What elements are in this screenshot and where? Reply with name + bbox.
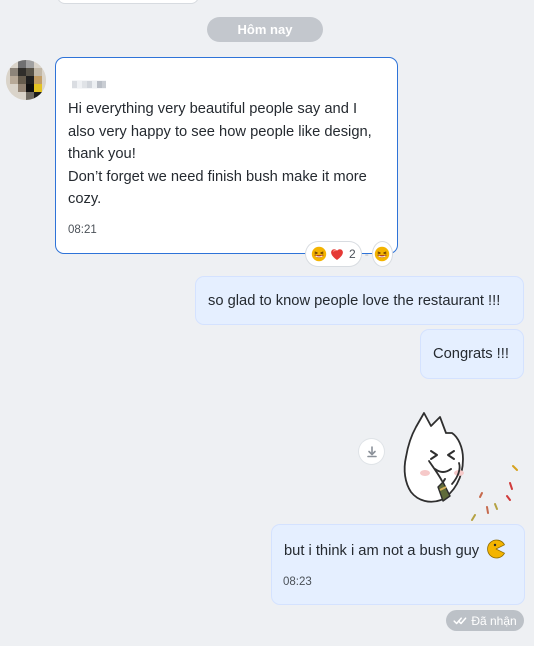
heart-emoji-icon xyxy=(331,249,343,260)
avatar[interactable] xyxy=(6,60,46,100)
outgoing-message-bubble[interactable]: Congrats !!! xyxy=(420,329,524,379)
avatar-image xyxy=(6,60,46,100)
download-icon xyxy=(366,445,377,457)
sender-name-blurred xyxy=(72,80,106,89)
incoming-message-text: Hi everything very beautiful people say … xyxy=(68,101,372,207)
incoming-message-time: 08:21 xyxy=(68,224,97,236)
outgoing-message-text: but i think i am not a bush guy xyxy=(284,539,506,561)
reaction-separator: - xyxy=(364,247,369,261)
outgoing-message-text: Congrats !!! xyxy=(433,346,509,362)
fox-champagne-sticker-image xyxy=(403,412,518,521)
double-check-icon xyxy=(453,616,467,624)
celebration-sticker[interactable] xyxy=(400,411,525,521)
laughing-emoji-icon xyxy=(311,246,327,262)
outgoing-message-bubble[interactable]: so glad to know people love the restaura… xyxy=(195,276,524,325)
laughing-emoji-icon xyxy=(375,246,390,262)
outgoing-message-bubble[interactable]: but i think i am not a bush guy 08:23 xyxy=(271,524,525,605)
incoming-message-bubble[interactable]: Hi everything very beautiful people say … xyxy=(55,57,398,254)
download-sticker-button[interactable] xyxy=(359,439,384,464)
date-separator: Hôm nay xyxy=(207,17,323,42)
delivery-status-text: Đã nhận xyxy=(471,613,517,628)
outgoing-message-body: but i think i am not a bush guy xyxy=(284,543,480,559)
previous-message-bubble xyxy=(57,0,199,4)
my-reaction[interactable] xyxy=(372,242,392,266)
outgoing-message-text: so glad to know people love the restaura… xyxy=(208,293,501,309)
pacman-emoji-icon xyxy=(487,539,506,559)
message-reactions[interactable]: 2 - xyxy=(306,242,392,266)
delivery-status-badge: Đã nhận xyxy=(446,610,524,631)
reaction-count: 2 xyxy=(349,247,356,261)
outgoing-message-time: 08:23 xyxy=(283,576,312,588)
reaction-summary[interactable]: 2 xyxy=(306,242,361,266)
